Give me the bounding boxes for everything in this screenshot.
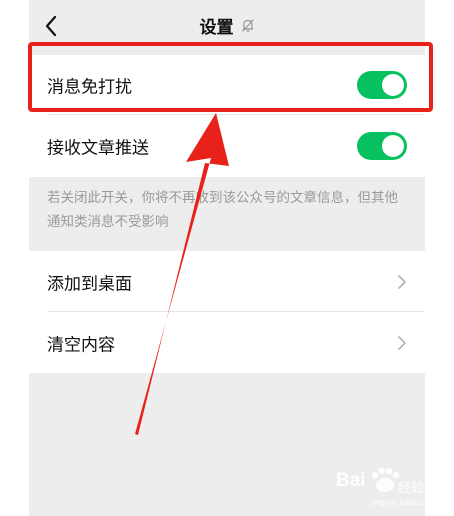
page-title: 设置 [199, 17, 234, 38]
add-to-desktop-label: 添加到桌面 [47, 274, 132, 294]
receive-articles-row: 接收文章推送 [29, 115, 425, 177]
watermark-brand-suffix: 经验 [398, 481, 425, 496]
back-button[interactable] [39, 13, 63, 39]
toggle-knob [382, 135, 404, 157]
bell-off-icon [241, 18, 255, 33]
chevron-left-icon [45, 15, 57, 37]
articles-hint-text: 若关闭此开关，你将不再收到该公众号的文章信息，但其他通知类消息不受影响 [47, 190, 398, 230]
watermark-brand: Bai [336, 470, 366, 491]
add-to-desktop-row[interactable]: 添加到桌面 [29, 251, 425, 312]
receive-articles-toggle[interactable] [357, 132, 407, 160]
chevron-right-icon [398, 335, 406, 350]
clear-content-row[interactable]: 清空内容 [29, 312, 425, 373]
receive-articles-label: 接收文章推送 [47, 138, 149, 159]
watermark-url: jingyan.baidu.com [372, 498, 437, 507]
annotation-highlight-box [28, 42, 433, 112]
clear-content-label: 清空内容 [47, 335, 115, 355]
chevron-right-icon [398, 274, 406, 289]
